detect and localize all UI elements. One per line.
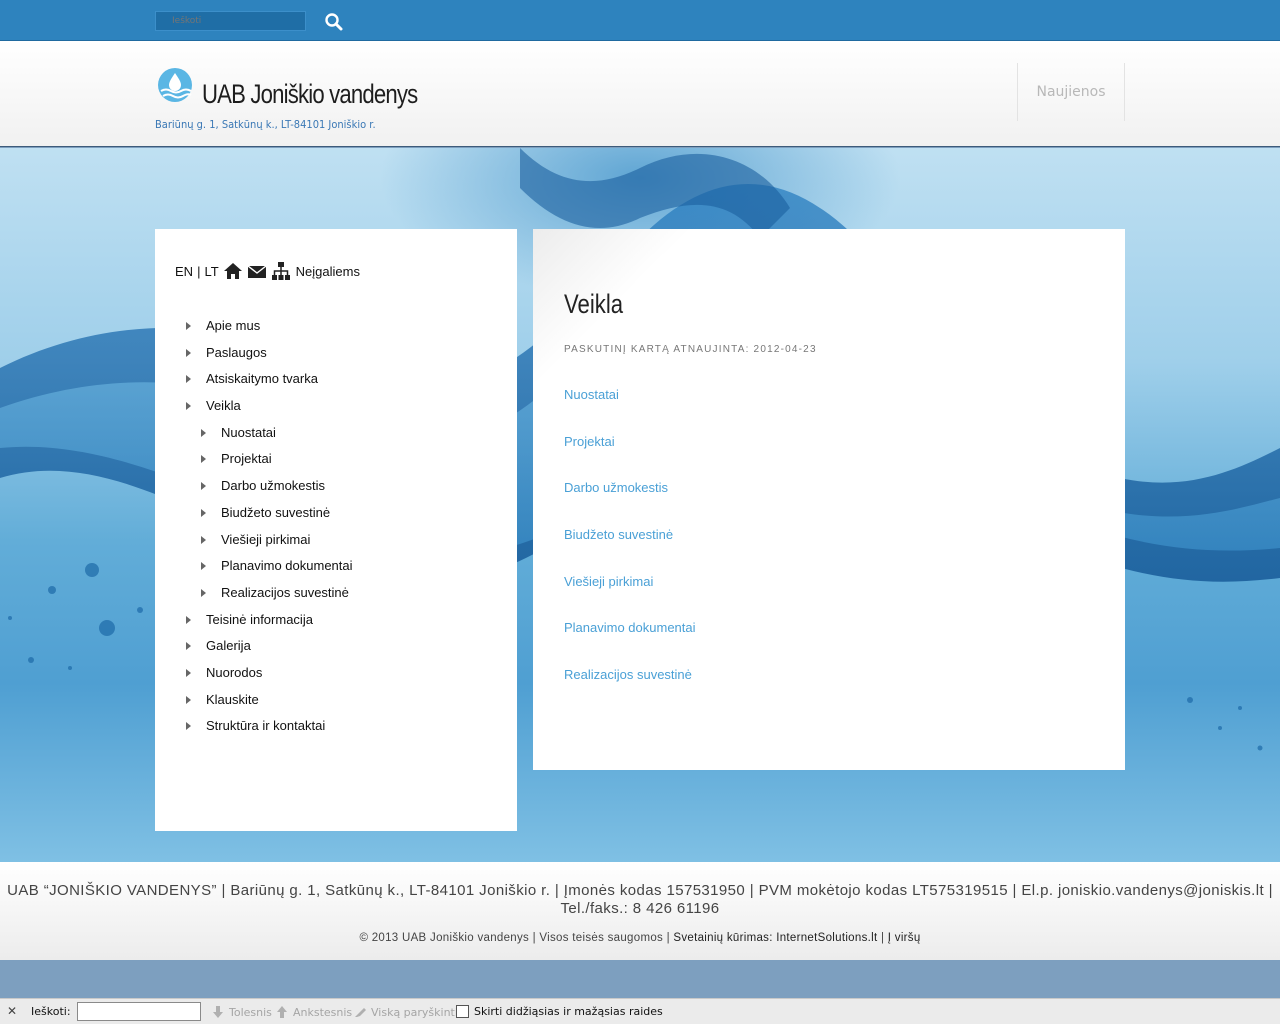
lang-separator: |: [197, 263, 201, 279]
find-previous-button[interactable]: Ankstesnis: [275, 1005, 352, 1019]
search-input[interactable]: [155, 11, 306, 31]
caret-right-icon: [186, 402, 191, 411]
sidebar-item-galerija[interactable]: Galerija: [155, 633, 517, 660]
arrow-down-icon: [211, 1005, 225, 1019]
sidebar-item-nuorodos[interactable]: Nuorodos: [155, 660, 517, 687]
content-link-nuostatai[interactable]: Nuostatai: [564, 387, 619, 402]
sidebar-item-paslaugos[interactable]: Paslaugos: [155, 340, 517, 367]
find-previous-label: Ankstesnis: [293, 1005, 353, 1019]
content-link-realizacijos-suvestine[interactable]: Realizacijos suvestinė: [564, 667, 692, 682]
list-item: Projektai: [564, 434, 696, 481]
home-icon[interactable]: [223, 261, 243, 281]
caret-right-icon: [186, 615, 191, 624]
content-link-viesieji-pirkimai[interactable]: Viešieji pirkimai: [564, 574, 653, 589]
page-bottom-band: [0, 960, 1280, 998]
list-item: Biudžeto suvestinė: [564, 527, 696, 574]
caret-right-icon: [186, 348, 191, 357]
list-item: Realizacijos suvestinė: [564, 667, 696, 714]
water-drop-logo-icon[interactable]: [157, 67, 193, 103]
footer-separator: |: [880, 932, 885, 944]
caret-right-icon: [201, 588, 206, 597]
sidebar-subitem-nuostatai[interactable]: Nuostatai: [155, 420, 517, 447]
caret-right-icon: [186, 695, 191, 704]
caret-right-icon: [186, 722, 191, 731]
lang-en-link[interactable]: EN: [175, 264, 193, 279]
list-item: Viešieji pirkimai: [564, 574, 696, 621]
content-link-darbo-uzmokestis[interactable]: Darbo užmokestis: [564, 480, 668, 495]
find-input[interactable]: [77, 1002, 201, 1021]
sidebar-subitem-biudzeto-suvestine[interactable]: Biudžeto suvestinė: [155, 500, 517, 527]
sidebar-subitem-viesieji-pirkimai[interactable]: Viešieji pirkimai: [155, 527, 517, 554]
find-label: Ieškoti:: [31, 1005, 71, 1018]
caret-right-icon: [186, 668, 191, 677]
content-link-list: Nuostatai Projektai Darbo užmokestis Biu…: [564, 387, 696, 714]
find-next-button[interactable]: Tolesnis: [211, 1005, 272, 1019]
developer-link[interactable]: InternetSolutions.lt: [776, 932, 877, 944]
highlighter-icon: [353, 1005, 367, 1019]
footer-copyright-line: © 2013 UAB Joniškio vandenys | Visos tei…: [0, 932, 1280, 944]
highlight-all-button[interactable]: Viską paryškinti: [353, 1005, 458, 1019]
sidebar-item-struktura-ir-kontaktai[interactable]: Struktūra ir kontaktai: [155, 713, 517, 740]
match-case-checkbox[interactable]: [456, 1005, 469, 1018]
sitemap-icon[interactable]: [271, 261, 291, 281]
sidebar-item-atsiskaitymo-tvarka[interactable]: Atsiskaitymo tvarka: [155, 366, 517, 393]
caret-right-icon: [201, 428, 206, 437]
caret-right-icon: [186, 642, 191, 651]
sidebar-subitem-darbo-uzmokestis[interactable]: Darbo užmokestis: [155, 473, 517, 500]
copyright-text: © 2013 UAB Joniškio vandenys | Visos tei…: [359, 932, 670, 944]
highlight-all-label: Viską paryškinti: [371, 1005, 458, 1019]
search-icon[interactable]: [324, 12, 344, 32]
sidebar: EN | LT Neįgaliems Apie mus Paslaugos At…: [155, 229, 517, 831]
developer-label: Svetainių kūrimas:: [673, 932, 773, 944]
last-updated-text: PASKUTINĮ KARTĄ ATNAUJINTA: 2012-04-23: [564, 344, 817, 355]
company-address: Bariūnų g. 1, Satkūnų k., LT-84101 Joniš…: [155, 118, 376, 131]
back-to-top-link[interactable]: Į viršų: [888, 932, 921, 944]
company-name[interactable]: UAB Joniškio vandenys: [202, 79, 418, 110]
main-content: Veikla PASKUTINĮ KARTĄ ATNAUJINTA: 2012-…: [533, 229, 1125, 770]
sidebar-subitem-planavimo-dokumentai[interactable]: Planavimo dokumentai: [155, 553, 517, 580]
mail-icon[interactable]: [247, 261, 267, 281]
find-next-label: Tolesnis: [229, 1005, 272, 1019]
sidebar-item-teisine-informacija[interactable]: Teisinė informacija: [155, 607, 517, 634]
accessibility-link[interactable]: Neįgaliems: [296, 264, 360, 279]
site-header: UAB Joniškio vandenys Bariūnų g. 1, Satk…: [0, 41, 1280, 147]
close-icon[interactable]: ✕: [7, 1004, 19, 1018]
caret-right-icon: [201, 482, 206, 491]
site-footer: UAB “JONIŠKIO VANDENYS” | Bariūnų g. 1, …: [0, 862, 1280, 960]
caret-right-icon: [201, 508, 206, 517]
match-case-label: Skirti didžiąsias ir mažąsias raides: [474, 1005, 663, 1018]
page-title: Veikla: [564, 289, 624, 319]
list-item: Nuostatai: [564, 387, 696, 434]
caret-right-icon: [201, 455, 206, 464]
sidebar-item-apie-mus[interactable]: Apie mus: [155, 313, 517, 340]
content-link-biudzeto-suvestine[interactable]: Biudžeto suvestinė: [564, 527, 673, 542]
sidebar-menu: Apie mus Paslaugos Atsiskaitymo tvarka V…: [155, 313, 517, 740]
top-search-bar: [0, 0, 1280, 41]
caret-right-icon: [201, 562, 206, 571]
caret-right-icon: [186, 375, 191, 384]
arrow-up-icon: [275, 1005, 289, 1019]
list-item: Planavimo dokumentai: [564, 620, 696, 667]
content-link-planavimo-dokumentai[interactable]: Planavimo dokumentai: [564, 620, 696, 635]
sidebar-subitem-realizacijos-suvestine[interactable]: Realizacijos suvestinė: [155, 580, 517, 607]
sidebar-subitem-projektai[interactable]: Projektai: [155, 446, 517, 473]
sidebar-item-veikla[interactable]: Veikla: [155, 393, 517, 420]
caret-right-icon: [201, 535, 206, 544]
browser-find-bar: ✕ Ieškoti: Tolesnis Ankstesnis Viską par…: [0, 998, 1280, 1024]
lang-lt-link[interactable]: LT: [204, 264, 218, 279]
footer-company-info: UAB “JONIŠKIO VANDENYS” | Bariūnų g. 1, …: [7, 882, 1273, 917]
caret-right-icon: [186, 322, 191, 330]
sidebar-item-klauskite[interactable]: Klauskite: [155, 687, 517, 714]
language-bar: EN | LT Neįgaliems: [175, 261, 360, 281]
nav-news-tab[interactable]: Naujienos: [1017, 63, 1125, 121]
list-item: Darbo užmokestis: [564, 480, 696, 527]
content-link-projektai[interactable]: Projektai: [564, 434, 615, 449]
